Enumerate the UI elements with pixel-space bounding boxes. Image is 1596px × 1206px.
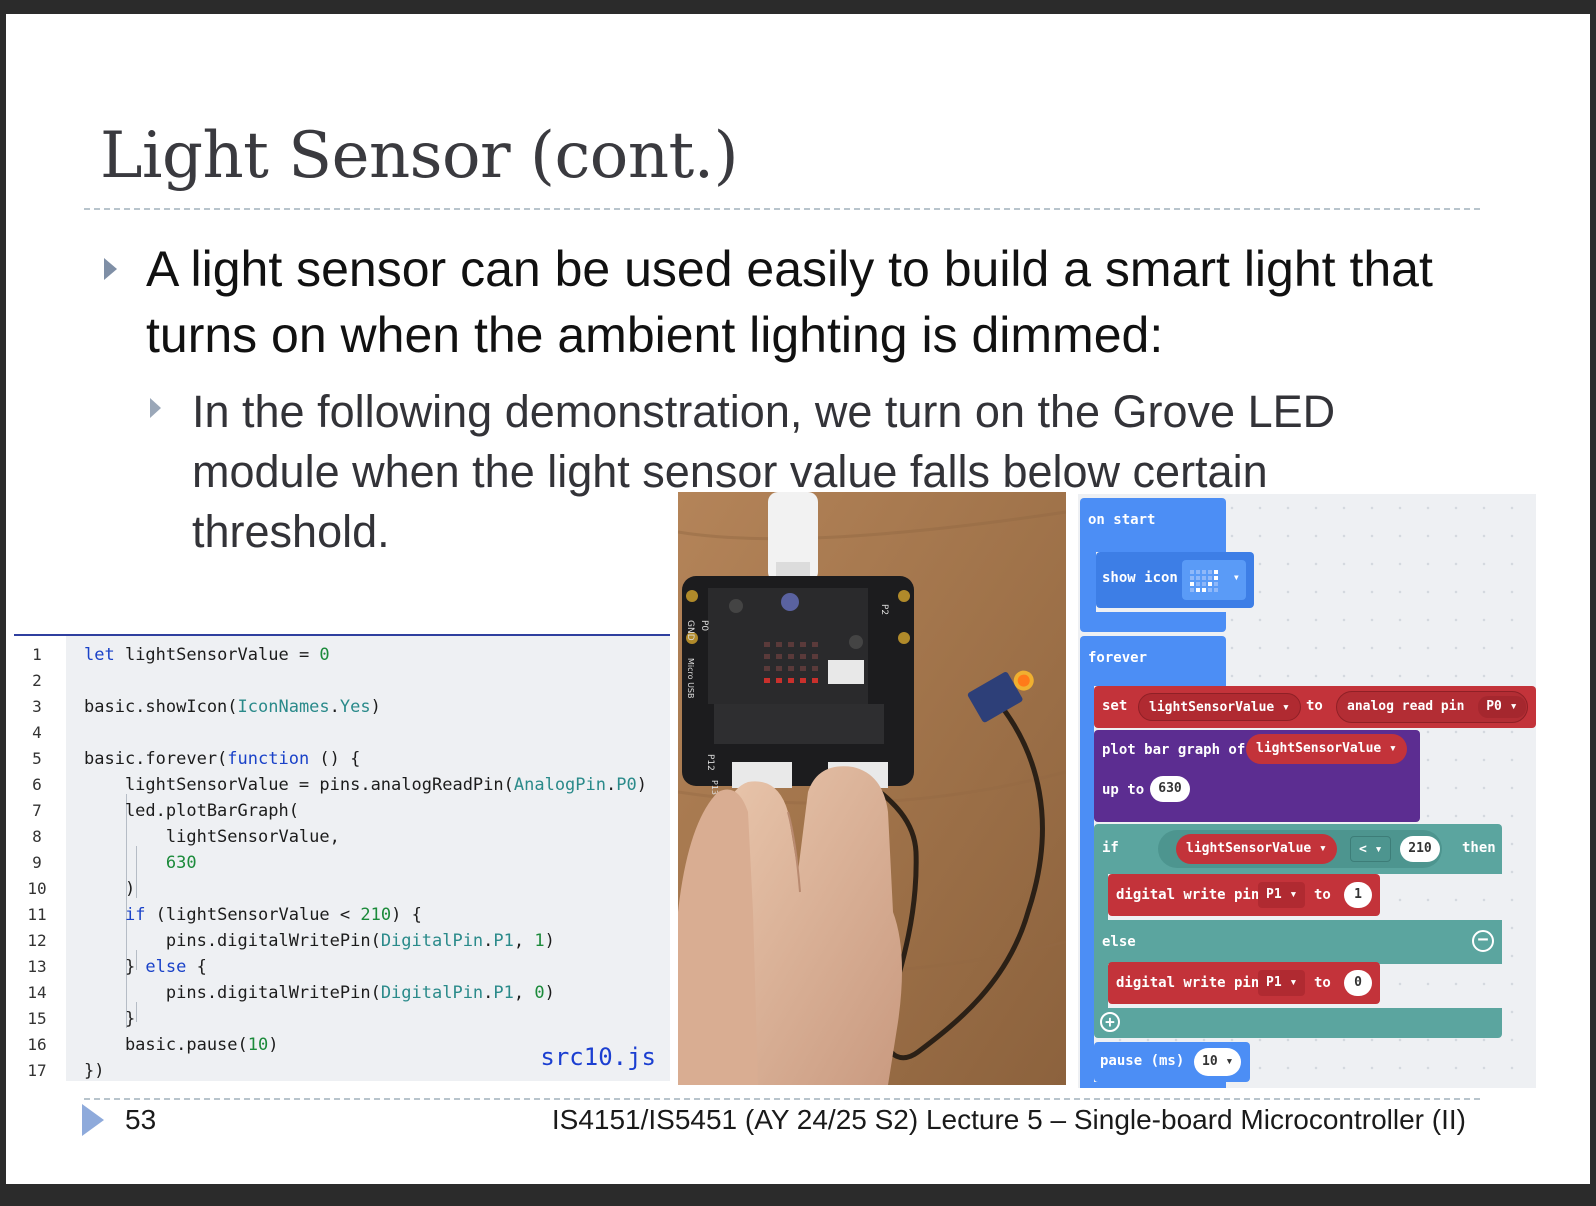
plot-bar-label: plot bar graph of (1102, 742, 1246, 758)
analog-read-block[interactable]: analog read pin P0 (1336, 691, 1528, 723)
if-footer: + (1094, 1008, 1502, 1038)
code-line: 6 lightSensorValue = pins.analogReadPin(… (32, 775, 647, 795)
if-label: if (1102, 840, 1119, 856)
up-to-input[interactable]: 630 (1150, 776, 1190, 802)
show-icon-block[interactable]: show icon ▾ (1096, 552, 1254, 608)
add-else-if-icon[interactable]: + (1100, 1012, 1120, 1032)
analog-pin-dropdown[interactable]: P0 (1478, 696, 1526, 718)
code-line: 3 basic.showIcon(IconNames.Yes) (32, 697, 381, 717)
board-label-p2: P2 (879, 604, 889, 615)
bullet-main: A light sensor can be used easily to bui… (146, 241, 1433, 363)
if-variable-dropdown[interactable]: lightSensorValue (1176, 834, 1337, 864)
code-line: 1 let lightSensorValue = 0 (32, 645, 330, 665)
digital-value-input-1[interactable]: 1 (1344, 882, 1372, 908)
icon-dropdown[interactable]: ▾ (1182, 560, 1246, 600)
pause-label: pause (ms) (1100, 1053, 1185, 1069)
code-line: 14 pins.digitalWritePin(DigitalPin.P1, 0… (27, 983, 555, 1003)
digital-write-label-1: digital write pin (1116, 887, 1260, 903)
code-line: 9 630 (32, 853, 197, 873)
page-number: 53 (125, 1104, 157, 1135)
footer-divider (84, 1098, 1480, 1100)
set-to-label: to (1306, 698, 1323, 714)
code-line: 10 ) (27, 879, 136, 899)
hardware-photo: GND P0 Micro USB P12 P13 P2 (678, 492, 1066, 1085)
slide: Light Sensor (cont.) A light sensor can … (6, 14, 1590, 1184)
pause-duration-dropdown[interactable]: 10 (1194, 1048, 1242, 1076)
on-start-footer (1080, 612, 1226, 632)
slide-title: Light Sensor (cont.) (100, 119, 739, 193)
threshold-input[interactable]: 210 (1400, 836, 1440, 862)
pause-block[interactable]: pause (ms) 10 (1094, 1042, 1250, 1082)
plot-variable-dropdown[interactable]: lightSensorValue (1246, 734, 1407, 764)
forever-footer (1080, 1082, 1226, 1088)
on-start-label: on start (1088, 512, 1156, 528)
title-divider (84, 208, 1480, 210)
code-line: 2 (32, 671, 42, 690)
on-start-block[interactable]: on start (1080, 498, 1226, 552)
digital-write-to-1: to (1314, 887, 1331, 903)
code-filename: src10.js (540, 1043, 656, 1071)
plot-bar-graph-block[interactable]: plot bar graph of lightSensorValue up to… (1094, 730, 1420, 822)
code-line: 4 (32, 723, 42, 742)
board-label-micro-usb: Micro USB (686, 658, 695, 699)
board-label-p12: P12 (705, 754, 715, 771)
code-line: 7 led.plotBarGraph( (32, 801, 299, 821)
digital-write-block-1[interactable]: digital write pin P1 to 1 (1108, 874, 1380, 916)
if-block[interactable]: if lightSensorValue < 210 then (1094, 824, 1502, 874)
pin-dropdown-1[interactable]: P1 (1258, 882, 1306, 908)
code-line: 12 pins.digitalWritePin(DigitalPin.P1, 1… (27, 931, 555, 951)
hardware-photo-illustration: GND P0 Micro USB P12 P13 P2 (678, 492, 1066, 1085)
else-body-bar (1094, 964, 1108, 1008)
code-line: 8 lightSensorValue, (32, 827, 340, 847)
operator-dropdown[interactable]: < (1350, 836, 1392, 862)
sub-bullet-arrow-icon (150, 398, 161, 418)
pin-dropdown-2[interactable]: P1 (1258, 970, 1306, 996)
digital-value-input-2[interactable]: 0 (1344, 970, 1372, 996)
code-line: 13 } else { (27, 957, 207, 977)
chevron-down-icon: ▾ (1232, 570, 1240, 584)
forever-block[interactable]: forever (1080, 636, 1226, 686)
code-line: 11 if (lightSensorValue < 210) { (27, 905, 422, 925)
footer-course-title: IS4151/IS5451 (AY 24/25 S2) Lecture 5 – … (551, 1104, 1466, 1135)
code-editor: 1 let lightSensorValue = 0 2 3 basic.showI… (14, 634, 670, 1081)
set-variable-block[interactable]: set lightSensorValue to analog read pin … (1094, 686, 1536, 728)
if-body-bar (1094, 874, 1108, 920)
else-bar: else − (1094, 920, 1502, 964)
set-label: set (1102, 698, 1128, 714)
set-variable-dropdown[interactable]: lightSensorValue (1138, 693, 1301, 721)
check-icon (1190, 570, 1218, 592)
up-to-label: up to (1102, 782, 1145, 798)
digital-write-label-2: digital write pin (1116, 975, 1260, 991)
show-icon-label: show icon (1102, 570, 1178, 586)
blocks-workspace: on start show icon ▾ forever set lightSe… (1078, 494, 1536, 1088)
forever-label: forever (1088, 650, 1148, 666)
code-line: 15 } (27, 1009, 136, 1029)
board-label-gnd: GND (685, 620, 695, 641)
footer-arrow-icon (82, 1104, 104, 1136)
else-label: else (1102, 934, 1136, 950)
code-line: 5 basic.forever(function () { (32, 749, 361, 769)
board-label-p0: P0 (699, 620, 709, 631)
digital-write-block-2[interactable]: digital write pin P1 to 0 (1108, 962, 1380, 1004)
analog-read-label: analog read pin (1347, 699, 1465, 714)
then-label: then (1462, 840, 1496, 856)
digital-write-to-2: to (1314, 975, 1331, 991)
remove-else-icon[interactable]: − (1472, 930, 1494, 952)
on-start-body (1080, 552, 1096, 612)
forever-body (1080, 686, 1094, 1088)
bullet-arrow-icon (104, 258, 117, 280)
